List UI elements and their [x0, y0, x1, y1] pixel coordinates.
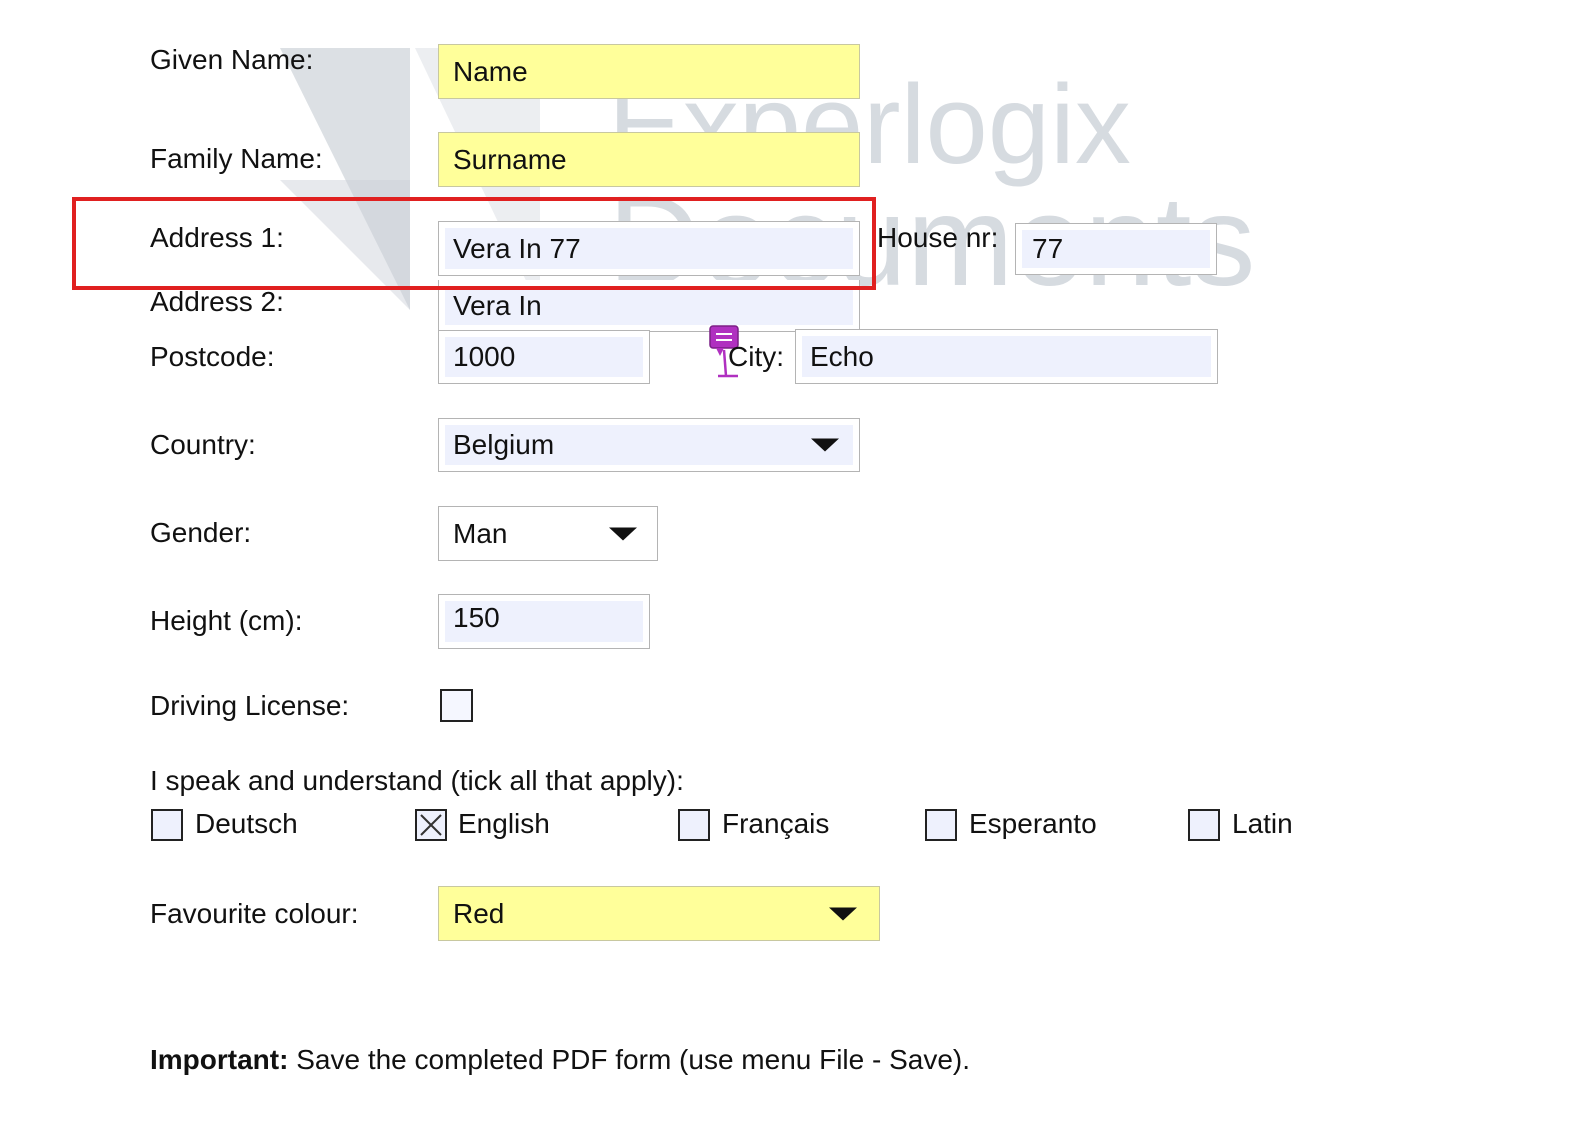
x-mark-icon [420, 814, 442, 836]
city-value: Echo [810, 340, 874, 372]
important-note: Important: Save the completed PDF form (… [150, 1044, 970, 1076]
language-english-label: English [458, 808, 550, 839]
favourite-colour-select[interactable]: Red [438, 886, 880, 941]
language-english-checkbox[interactable] [415, 809, 447, 841]
chevron-down-icon[interactable] [811, 438, 839, 452]
language-latin-checkbox[interactable] [1188, 809, 1220, 841]
family-name-label: Family Name: [150, 143, 323, 174]
language-deutsch-label: Deutsch [195, 808, 298, 839]
favourite-colour-value: Red [453, 897, 505, 929]
city-label: City: [728, 341, 784, 372]
important-note-text: Save the completed PDF form (use menu Fi… [288, 1044, 971, 1075]
address2-value: Vera In [453, 289, 542, 321]
gender-label: Gender: [150, 517, 252, 548]
country-value: Belgium [453, 429, 555, 460]
address2-label: Address 2: [150, 286, 284, 317]
city-input[interactable]: Echo [795, 329, 1218, 384]
height-value: 150 [453, 602, 500, 634]
driving-license-label: Driving License: [150, 690, 350, 721]
language-deutsch-checkbox[interactable] [151, 809, 183, 841]
chevron-down-icon[interactable] [829, 907, 857, 920]
family-name-value: Surname [453, 143, 567, 175]
country-label: Country: [150, 429, 256, 460]
house-nr-input[interactable]: 77 [1015, 223, 1217, 275]
driving-license-checkbox[interactable] [440, 689, 473, 722]
language-francais-label: Français [722, 808, 830, 839]
language-francais-checkbox[interactable] [678, 809, 710, 841]
country-select[interactable]: Belgium [438, 418, 860, 472]
postcode-input[interactable]: 1000 [438, 330, 650, 384]
family-name-input[interactable]: Surname [438, 132, 860, 187]
house-nr-label: House nr: [877, 222, 999, 253]
language-esperanto-label: Esperanto [969, 808, 1097, 839]
important-note-bold: Important: [150, 1044, 289, 1075]
given-name-label: Given Name: [150, 44, 314, 75]
favourite-colour-label: Favourite colour: [150, 898, 359, 929]
height-label: Height (cm): [150, 605, 303, 636]
gender-value: Man [453, 517, 508, 549]
languages-label: I speak and understand (tick all that ap… [150, 765, 684, 796]
given-name-input[interactable]: Name [438, 44, 860, 99]
postcode-label: Postcode: [150, 341, 275, 372]
address1-highlight-box [72, 197, 876, 290]
chevron-down-icon[interactable] [609, 527, 637, 540]
language-esperanto-checkbox[interactable] [925, 809, 957, 841]
postcode-value: 1000 [453, 341, 516, 372]
house-nr-value: 77 [1032, 233, 1064, 264]
language-latin-label: Latin [1232, 808, 1293, 839]
height-input[interactable]: 150 [438, 594, 650, 649]
favourite-colour-inner [445, 893, 873, 934]
gender-select[interactable]: Man [438, 506, 658, 561]
given-name-value: Name [453, 55, 528, 87]
